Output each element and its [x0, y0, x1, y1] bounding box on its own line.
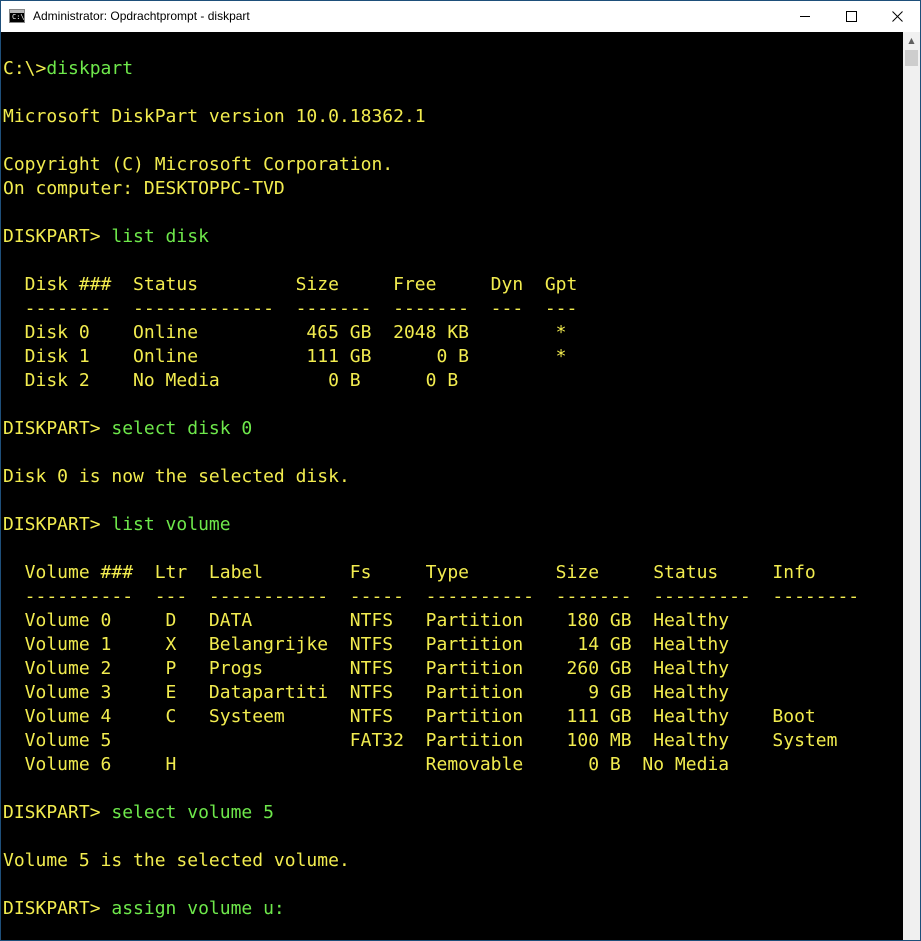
output-text: Volume 1 X Belangrijke NTFS Partition 14…	[3, 634, 730, 655]
console-window: C:\. Administrator: Opdrachtprompt - dis…	[0, 0, 921, 941]
close-button[interactable]	[874, 1, 920, 32]
output-text: Copyright (C) Microsoft Corporation.	[3, 154, 394, 175]
output-text: Volume 4 C Systeem NTFS Partition 111 GB…	[3, 706, 816, 727]
console-line: C:\>diskpart	[3, 57, 859, 81]
output-text: -------- ------------- ------- ------- -…	[3, 298, 578, 319]
console-line: DISKPART> assign volume u:	[3, 897, 859, 921]
output-text: ---------- --- ----------- ----- -------…	[3, 586, 860, 607]
console-line: ---------- --- ----------- ----- -------…	[3, 585, 859, 609]
output-text: Disk 2 No Media 0 B 0 B	[3, 370, 459, 391]
close-icon	[891, 11, 903, 22]
cmd-icon-glyph: C:\.	[12, 13, 29, 21]
output-text: Disk 0 Online 465 GB 2048 KB *	[3, 322, 567, 343]
maximize-icon	[845, 11, 857, 22]
console-line: Volume 3 E Datapartiti NTFS Partition 9 …	[3, 681, 859, 705]
console-line: Volume 1 X Belangrijke NTFS Partition 14…	[3, 633, 859, 657]
console-lines: C:\>diskpart Microsoft DiskPart version 1…	[3, 57, 859, 921]
output-text: Volume 5 is the selected volume.	[3, 850, 350, 871]
prompt-text: DISKPART>	[3, 802, 112, 823]
scrollbar-thumb[interactable]	[905, 50, 918, 66]
console-line: Volume 4 C Systeem NTFS Partition 111 GB…	[3, 705, 859, 729]
prompt-text: C:\>	[3, 58, 47, 79]
window-title: Administrator: Opdrachtprompt - diskpart	[33, 9, 250, 23]
prompt-text: DISKPART>	[3, 226, 112, 247]
console-line: Volume 5 is the selected volume.	[3, 849, 859, 873]
vertical-scrollbar[interactable]: ▲	[903, 32, 920, 940]
output-text: On computer: DESKTOPPC-TVD	[3, 178, 285, 199]
output-text: Volume 0 D DATA NTFS Partition 180 GB He…	[3, 610, 730, 631]
prompt-text: DISKPART>	[3, 514, 112, 535]
console-line: DISKPART> select volume 5	[3, 801, 859, 825]
console-line: Disk 1 Online 111 GB 0 B *	[3, 345, 859, 369]
output-text: Volume 6 H Removable 0 B No Media	[3, 754, 730, 775]
prompt-text: DISKPART>	[3, 418, 112, 439]
console-output[interactable]: C:\>diskpart Microsoft DiskPart version 1…	[1, 32, 903, 940]
console-line: DISKPART> list disk	[3, 225, 859, 249]
console-line: Disk 0 is now the selected disk.	[3, 465, 859, 489]
command-text: select volume 5	[111, 802, 274, 823]
console-line: Volume 6 H Removable 0 B No Media	[3, 753, 859, 777]
console-line: Volume 0 D DATA NTFS Partition 180 GB He…	[3, 609, 859, 633]
command-text: assign volume u:	[111, 898, 285, 919]
console-line: Volume 2 P Progs NTFS Partition 260 GB H…	[3, 657, 859, 681]
console-line: DISKPART> list volume	[3, 513, 859, 537]
console-line: DISKPART> select disk 0	[3, 417, 859, 441]
console-line: Disk 2 No Media 0 B 0 B	[3, 369, 859, 393]
console-line: Volume 5 FAT32 Partition 100 MB Healthy …	[3, 729, 859, 753]
console-line: Microsoft DiskPart version 10.0.18362.1	[3, 105, 859, 129]
minimize-icon	[800, 16, 810, 17]
maximize-button[interactable]	[828, 1, 874, 32]
console-line: Disk 0 Online 465 GB 2048 KB *	[3, 321, 859, 345]
console-line: Volume ### Ltr Label Fs Type Size Status…	[3, 561, 859, 585]
command-text: list volume	[111, 514, 231, 535]
command-text: select disk 0	[111, 418, 253, 439]
output-text: Volume 3 E Datapartiti NTFS Partition 9 …	[3, 682, 730, 703]
console-line: Copyright (C) Microsoft Corporation.	[3, 153, 859, 177]
console-line: -------- ------------- ------- ------- -…	[3, 297, 859, 321]
output-text: Disk 1 Online 111 GB 0 B *	[3, 346, 567, 367]
console-line: On computer: DESKTOPPC-TVD	[3, 177, 859, 201]
output-text: Microsoft DiskPart version 10.0.18362.1	[3, 106, 426, 127]
cmd-icon[interactable]: C:\.	[9, 9, 29, 23]
output-text: Volume 5 FAT32 Partition 100 MB Healthy …	[3, 730, 838, 751]
console-line: Disk ### Status Size Free Dyn Gpt	[3, 273, 859, 297]
minimize-button[interactable]	[782, 1, 828, 32]
command-text: list disk	[111, 226, 209, 247]
prompt-text: DISKPART>	[3, 898, 112, 919]
output-text: Disk ### Status Size Free Dyn Gpt	[3, 274, 578, 295]
title-bar[interactable]: C:\. Administrator: Opdrachtprompt - dis…	[1, 1, 920, 32]
scroll-up-arrow-icon[interactable]: ▲	[903, 32, 920, 49]
output-text: Volume 2 P Progs NTFS Partition 260 GB H…	[3, 658, 730, 679]
output-text: Volume ### Ltr Label Fs Type Size Status…	[3, 562, 816, 583]
output-text: Disk 0 is now the selected disk.	[3, 466, 350, 487]
command-text: diskpart	[46, 58, 134, 79]
